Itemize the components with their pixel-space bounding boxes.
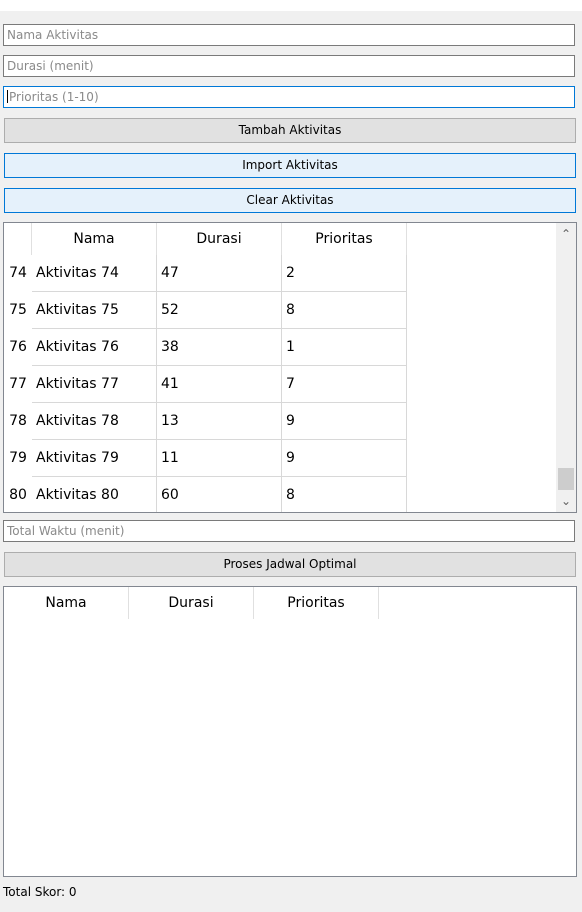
cell-durasi[interactable]: 60 xyxy=(157,477,282,512)
table-row[interactable]: 75 Aktivitas 75 52 8 xyxy=(4,292,576,329)
scroll-down-arrow-icon[interactable]: ⌄ xyxy=(556,491,576,511)
result-header-durasi[interactable]: Durasi xyxy=(129,587,254,619)
row-number[interactable]: 78 xyxy=(4,403,32,440)
cell-nama[interactable]: Aktivitas 78 xyxy=(32,403,157,440)
result-table[interactable]: Nama Durasi Prioritas xyxy=(3,586,577,877)
proses-jadwal-button[interactable]: Proses Jadwal Optimal xyxy=(4,552,576,577)
text-caret xyxy=(7,90,8,103)
tambah-aktivitas-button[interactable]: Tambah Aktivitas xyxy=(4,118,576,143)
cell-nama[interactable]: Aktivitas 77 xyxy=(32,366,157,403)
cell-prioritas[interactable]: 9 xyxy=(282,440,407,477)
row-number[interactable]: 76 xyxy=(4,329,32,366)
column-header-nama[interactable]: Nama xyxy=(32,223,157,255)
prioritas-input[interactable]: Prioritas (1-10) xyxy=(3,86,575,108)
table-row[interactable]: 76 Aktivitas 76 38 1 xyxy=(4,329,576,366)
scroll-up-arrow-icon[interactable]: ⌃ xyxy=(556,224,576,244)
row-number[interactable]: 79 xyxy=(4,440,32,477)
result-header-prioritas[interactable]: Prioritas xyxy=(254,587,379,619)
cell-prioritas[interactable]: 2 xyxy=(282,255,407,292)
cell-nama[interactable]: Aktivitas 74 xyxy=(32,255,157,292)
cell-nama[interactable]: Aktivitas 80 xyxy=(32,477,157,512)
cell-nama[interactable]: Aktivitas 76 xyxy=(32,329,157,366)
window-top-strip xyxy=(0,0,582,11)
import-aktivitas-button[interactable]: Import Aktivitas xyxy=(4,153,576,178)
cell-nama[interactable]: Aktivitas 75 xyxy=(32,292,157,329)
cell-durasi[interactable]: 11 xyxy=(157,440,282,477)
table-row[interactable]: 80 Aktivitas 80 60 8 xyxy=(4,477,576,512)
table-row[interactable]: 79 Aktivitas 79 11 9 xyxy=(4,440,576,477)
scroll-thumb[interactable] xyxy=(558,468,574,490)
vertical-scrollbar[interactable]: ⌃ ⌄ xyxy=(556,223,576,512)
nama-aktivitas-input[interactable]: Nama Aktivitas xyxy=(3,24,575,46)
prioritas-placeholder: Prioritas (1-10) xyxy=(9,90,99,104)
cell-nama[interactable]: Aktivitas 79 xyxy=(32,440,157,477)
clear-aktivitas-button[interactable]: Clear Aktivitas xyxy=(4,188,576,213)
cell-durasi[interactable]: 41 xyxy=(157,366,282,403)
cell-durasi[interactable]: 52 xyxy=(157,292,282,329)
column-header-durasi[interactable]: Durasi xyxy=(157,223,282,255)
cell-durasi[interactable]: 13 xyxy=(157,403,282,440)
cell-durasi[interactable]: 47 xyxy=(157,255,282,292)
row-number[interactable]: 74 xyxy=(4,255,32,292)
total-waktu-input[interactable]: Total Waktu (menit) xyxy=(3,520,575,542)
cell-prioritas[interactable]: 7 xyxy=(282,366,407,403)
cell-prioritas[interactable]: 9 xyxy=(282,403,407,440)
row-number[interactable]: 77 xyxy=(4,366,32,403)
column-header-prioritas[interactable]: Prioritas xyxy=(282,223,407,255)
durasi-input[interactable]: Durasi (menit) xyxy=(3,55,575,77)
cell-prioritas[interactable]: 8 xyxy=(282,292,407,329)
cell-prioritas[interactable]: 1 xyxy=(282,329,407,366)
activity-table[interactable]: Nama Durasi Prioritas 74 Aktivitas 74 47 2 7… xyxy=(3,222,577,513)
cell-durasi[interactable]: 38 xyxy=(157,329,282,366)
total-skor-label: Total Skor: 0 xyxy=(3,885,77,899)
result-header-nama[interactable]: Nama xyxy=(4,587,129,619)
table-row[interactable]: 78 Aktivitas 78 13 9 xyxy=(4,403,576,440)
row-number[interactable]: 75 xyxy=(4,292,32,329)
corner-header xyxy=(4,223,32,255)
row-number[interactable]: 80 xyxy=(4,477,32,512)
table-row[interactable]: 74 Aktivitas 74 47 2 xyxy=(4,255,576,292)
cell-prioritas[interactable]: 8 xyxy=(282,477,407,512)
table-row[interactable]: 77 Aktivitas 77 41 7 xyxy=(4,366,576,403)
